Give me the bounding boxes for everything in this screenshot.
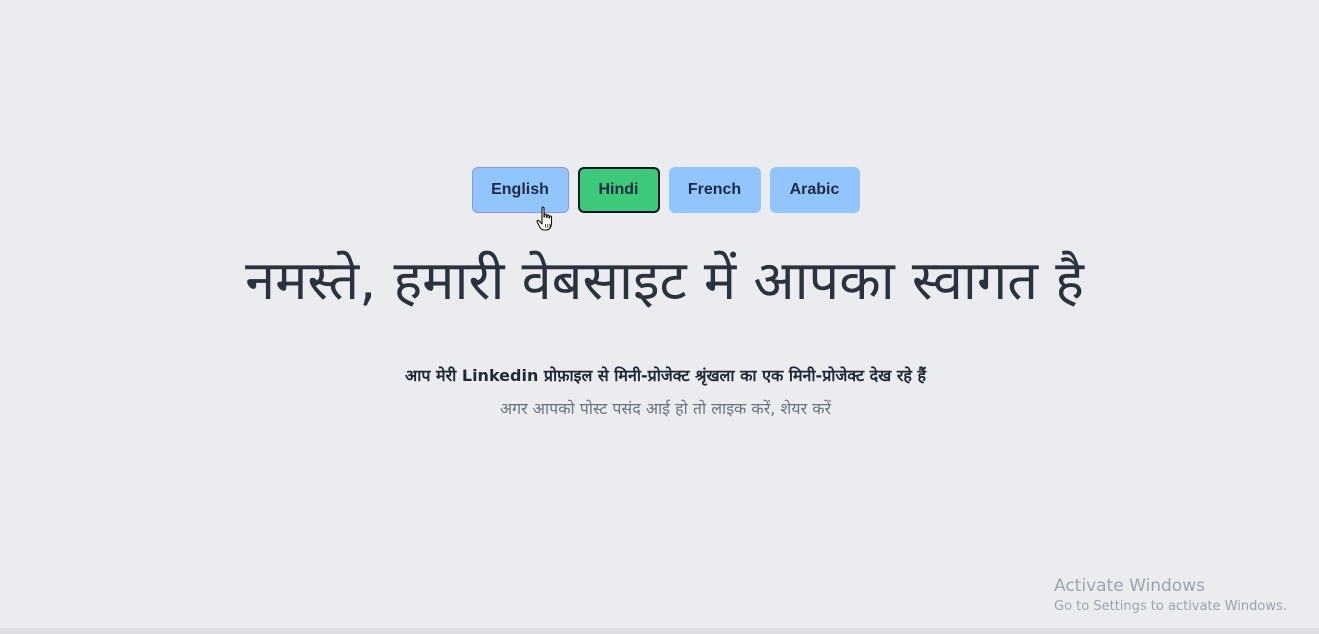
hand-pointer-icon xyxy=(536,206,553,231)
french-button[interactable]: French xyxy=(668,167,761,213)
call-to-action-text: अगर आपको पोस्ट पसंद आई हो तो लाइक करें, … xyxy=(499,399,832,418)
watermark-subtitle: Go to Settings to activate Windows. xyxy=(1054,599,1287,614)
language-switcher: English Hindi French Arabic xyxy=(0,167,1319,213)
arabic-button[interactable]: Arabic xyxy=(769,167,860,213)
windows-activation-watermark: Activate Windows Go to Settings to activ… xyxy=(1054,575,1287,617)
description-text: आप मेरी Linkedin प्रोफ़ाइल से मिनी-प्रोज… xyxy=(405,366,926,385)
hindi-button[interactable]: Hindi xyxy=(577,167,660,213)
welcome-headline: नमस्ते, हमारी वेबसाइट में आपका स्वागत है xyxy=(245,249,1084,312)
bottom-divider xyxy=(0,628,1319,634)
watermark-title: Activate Windows xyxy=(1054,576,1205,596)
